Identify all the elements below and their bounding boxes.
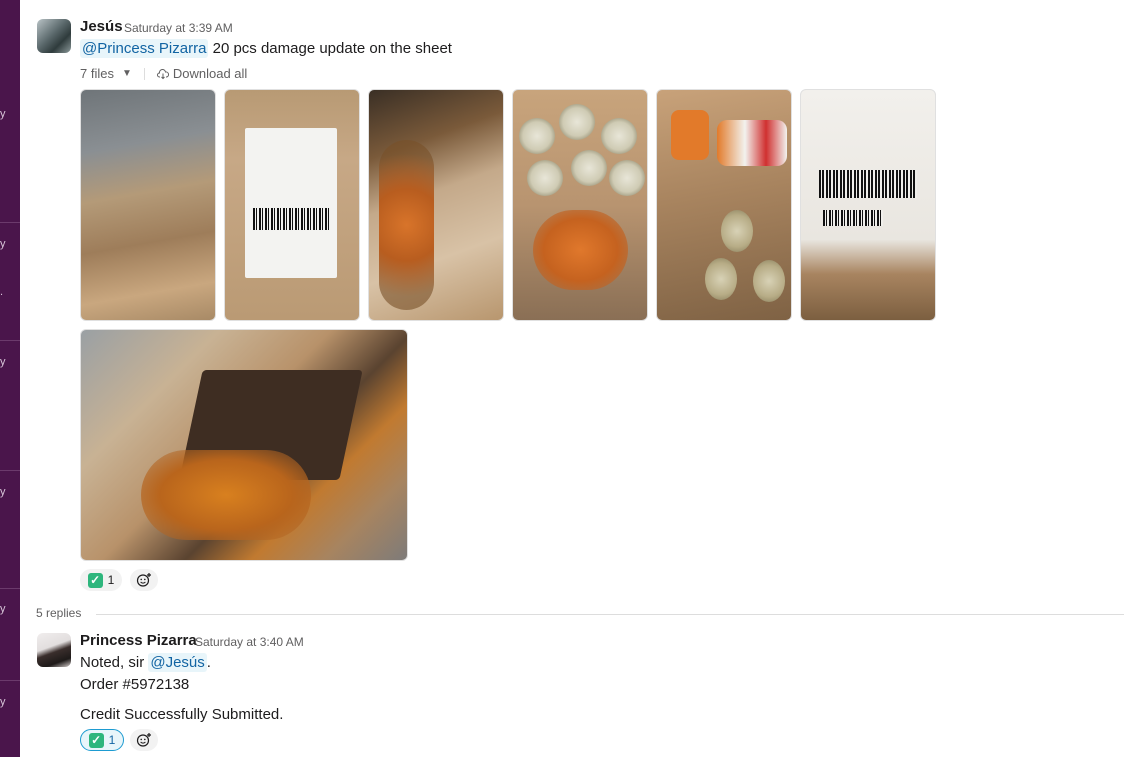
can — [527, 160, 563, 196]
image-attachment[interactable] — [80, 329, 408, 561]
user-mention[interactable]: @Princess Pizarra — [80, 39, 209, 58]
download-all-label: Download all — [172, 66, 248, 81]
spill — [141, 450, 311, 540]
download-all-button[interactable]: Download all — [156, 66, 248, 81]
message-body: . — [206, 654, 211, 671]
chevron-down-icon[interactable]: ▼ — [122, 68, 132, 79]
workspace-sidebar: y y . y y y y — [0, 0, 20, 757]
can — [571, 150, 607, 186]
barcode — [823, 210, 883, 226]
image-attachment[interactable] — [224, 89, 360, 321]
author-avatar[interactable] — [37, 633, 71, 667]
message-timestamp[interactable]: Saturday at 3:39 AM — [124, 21, 233, 35]
can — [559, 104, 595, 140]
check-mark-icon: ✓ — [87, 572, 103, 588]
files-toolbar: 7 files ▼ Download all — [80, 66, 247, 81]
message-body: 20 pcs damage update on the sheet — [208, 40, 452, 57]
sidebar-item-fragment[interactable]: y — [0, 108, 6, 120]
files-count-toggle[interactable]: 7 files — [80, 66, 114, 81]
add-reaction-button[interactable] — [130, 729, 158, 751]
sidebar-item-fragment[interactable]: . — [0, 286, 3, 298]
message-timestamp[interactable]: Saturday at 3:40 AM — [195, 635, 304, 649]
can — [753, 260, 785, 302]
reaction-count: 1 — [107, 573, 115, 587]
sidebar-divider — [0, 222, 20, 223]
spill — [379, 140, 434, 310]
sidebar-divider — [0, 340, 20, 341]
can — [721, 210, 753, 252]
add-reaction-button[interactable] — [130, 569, 158, 591]
add-emoji-icon — [136, 733, 151, 747]
message-body: Noted, sir — [80, 654, 149, 671]
message-text: Credit Successfully Submitted. — [80, 706, 284, 723]
add-emoji-icon — [136, 573, 151, 587]
image-attachment[interactable] — [800, 89, 936, 321]
author-name[interactable]: Princess Pizarra — [80, 632, 197, 649]
reaction-check[interactable]: ✓ 1 — [80, 569, 122, 591]
can — [519, 118, 555, 154]
jar — [671, 110, 709, 160]
author-avatar[interactable] — [37, 19, 71, 53]
can — [609, 160, 645, 196]
replies-count[interactable]: 5 replies — [36, 606, 81, 620]
sidebar-divider — [0, 680, 20, 681]
reaction-check[interactable]: ✓ 1 — [80, 729, 124, 751]
shipping-label — [245, 128, 337, 278]
divider — [96, 614, 1124, 615]
spill — [533, 210, 628, 290]
barcode — [253, 208, 329, 230]
sidebar-item-fragment[interactable]: y — [0, 356, 6, 368]
check-mark-icon: ✓ — [88, 732, 104, 748]
message-text: Order #5972138 — [80, 676, 190, 693]
sidebar-divider — [0, 588, 20, 589]
sidebar-item-fragment[interactable]: y — [0, 603, 6, 615]
image-attachment[interactable] — [512, 89, 648, 321]
sidebar-item-fragment[interactable]: y — [0, 696, 6, 708]
sidebar-item-fragment[interactable]: y — [0, 238, 6, 250]
barcode — [819, 170, 917, 198]
image-attachment[interactable] — [80, 89, 216, 321]
divider — [143, 67, 145, 80]
can — [601, 118, 637, 154]
image-attachment[interactable] — [656, 89, 792, 321]
message-text: Noted, sir @Jesús. — [80, 653, 211, 672]
can — [705, 258, 737, 300]
message-text: @Princess Pizarra 20 pcs damage update o… — [80, 39, 452, 58]
user-mention[interactable]: @Jesús — [148, 653, 207, 672]
image-attachment[interactable] — [368, 89, 504, 321]
author-name[interactable]: Jesús — [80, 18, 123, 35]
reaction-count: 1 — [108, 733, 116, 747]
cloud-download-icon — [156, 68, 169, 79]
sidebar-divider — [0, 470, 20, 471]
jar — [717, 120, 787, 166]
sidebar-item-fragment[interactable]: y — [0, 486, 6, 498]
